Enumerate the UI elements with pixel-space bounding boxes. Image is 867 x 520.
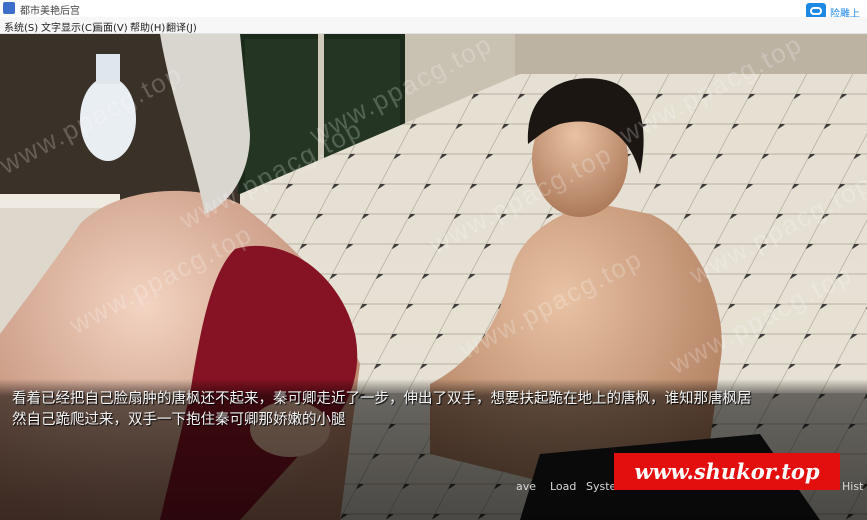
menu-system[interactable]: 系统(S) (4, 19, 38, 34)
quick-load-button[interactable]: Load (550, 480, 576, 493)
dialogue-text: 看着已经把自己脸扇肿的唐枫还不起来，秦可卿走近了一步，伸出了双手，想要扶起跪在地… (12, 389, 854, 431)
menu-help[interactable]: 帮助(H) (130, 19, 165, 34)
title-bar: 都市美艳后宫 险雕上伟 (0, 0, 867, 35)
game-scene[interactable]: www.ppacg.top www.ppacg.top www.ppacg.to… (0, 34, 867, 520)
app-icon (3, 2, 15, 14)
menu-translate[interactable]: 翻译(J) (166, 19, 197, 34)
dialogue-line-1: 看着已经把自己脸扇肿的唐枫还不起来，秦可卿走近了一步，伸出了双手，想要扶起跪在地… (12, 391, 752, 407)
quick-history-button[interactable]: Hist (842, 480, 863, 493)
dialogue-line-2: 然自己跪爬过来，双手一下抱住秦可卿那娇嫩的小腿 (12, 412, 346, 428)
menu-text-display[interactable]: 文字显示(C) (41, 19, 96, 34)
quick-system-button[interactable]: Syste (586, 480, 616, 493)
menu-bar: 系统(S) 文字显示(C) 画面(V) 帮助(H) 翻译(J) (0, 17, 867, 34)
quick-save-button[interactable]: ave (516, 480, 536, 493)
window-title: 都市美艳后宫 (20, 6, 80, 17)
brand-banner: www.shukor.top (614, 453, 840, 490)
menu-screen[interactable]: 画面(V) (93, 19, 128, 34)
